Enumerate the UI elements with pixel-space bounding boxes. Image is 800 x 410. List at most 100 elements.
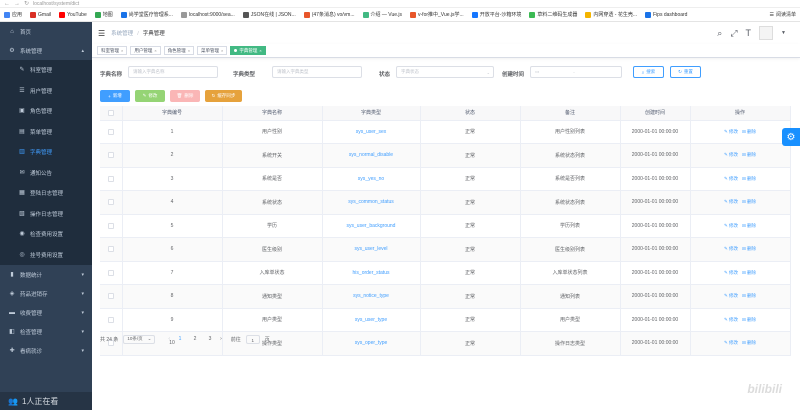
search-icon[interactable]: ⌕ (717, 28, 722, 39)
reading-list[interactable]: ☰ 阅读清单 (770, 11, 797, 19)
table-row[interactable]: 4 系统状态 sys_common_status 正常 系统状态列表 2000-01-01… (100, 190, 791, 215)
table-row[interactable]: 6 医生级别 sys_user_level 正常 医生级别列表 2000-01-01 00… (100, 237, 791, 262)
bookmark-item[interactable]: 草料二维码生成器 (529, 11, 577, 18)
sidebar-item-dashboard[interactable]: ⌂ 首页 (0, 22, 92, 41)
sidebar-item-login-log[interactable]: ▦ 登陆日志管理 (0, 183, 92, 204)
row-checkbox[interactable] (107, 175, 114, 182)
row-delete-button[interactable]: ⊟ 删除 (742, 199, 756, 204)
row-select-cell[interactable] (100, 214, 123, 238)
table-row[interactable]: 5 学历 sys_user_background 正常 学历列表 2000-01-01 0… (100, 214, 791, 238)
row-edit-button[interactable]: ✎ 修改 (724, 152, 738, 157)
select-all-checkbox[interactable] (107, 109, 114, 116)
back-icon[interactable]: ← (4, 1, 10, 7)
row-delete-button[interactable]: ⊟ 删除 (742, 176, 756, 181)
tag-1[interactable]: 科室管理 × (97, 46, 128, 55)
row-edit-button[interactable]: ✎ 修改 (724, 129, 738, 134)
table-row[interactable]: 7 入库单状态 his_order_status 正常 入库单状态列表 2000-01-0… (100, 261, 791, 285)
table-row[interactable]: 2 系统开关 sys_normal_disable 正常 系统状态列表 2000-01-0… (100, 143, 791, 168)
bookmark-item[interactable]: JSON在线 | JSON... (242, 11, 296, 18)
row-edit-button[interactable]: ✎ 修改 (724, 246, 738, 251)
cell-type-link[interactable]: sys_user_type (322, 308, 421, 332)
table-row[interactable]: 9 用户类型 sys_user_type 正常 用户类型 2000-01-01 00:00… (100, 308, 791, 332)
row-checkbox[interactable] (107, 222, 114, 229)
row-checkbox[interactable] (107, 246, 114, 253)
cell-type-link[interactable]: sys_normal_disable (322, 143, 421, 168)
fullscreen-icon[interactable]: ⤢ (730, 28, 737, 39)
row-select-cell[interactable] (100, 190, 123, 215)
sidebar-item-dict[interactable]: ▥ 字典管理 (0, 142, 92, 163)
size-icon[interactable]: T (746, 28, 752, 38)
reload-icon[interactable]: ↻ (24, 0, 29, 7)
row-edit-button[interactable]: ✎ 修改 (724, 317, 738, 322)
status-select[interactable]: 字典状态 ⌄ (396, 66, 494, 78)
breadcrumb-item[interactable]: 系统管理 (111, 31, 133, 37)
select-all-cell[interactable] (100, 106, 123, 121)
close-icon[interactable]: × (188, 48, 190, 53)
next-page-icon[interactable]: › (220, 336, 222, 342)
close-icon[interactable]: × (221, 48, 223, 53)
cell-type-link[interactable]: sys_oper_type (322, 331, 421, 356)
page-2[interactable]: 2 (190, 336, 200, 342)
sidebar-item-menu[interactable]: ▤ 菜单管理 (0, 121, 92, 142)
table-row[interactable]: 1 用户性别 sys_user_sex 正常 用户性别列表 2000-01-01 00:0… (100, 120, 791, 144)
add-button[interactable]: + 新增 (100, 90, 130, 102)
page-3[interactable]: 3 (205, 336, 215, 342)
row-select-cell[interactable] (100, 261, 123, 285)
row-checkbox[interactable] (107, 128, 114, 135)
tag-2[interactable]: 用户管理 × (130, 46, 161, 55)
bookmark-item[interactable]: Gmail (30, 11, 51, 18)
bookmark-item[interactable]: v-for推中_Vue.js学... (410, 11, 464, 18)
row-delete-button[interactable]: ⊟ 删除 (742, 317, 756, 322)
bookmark-item[interactable]: 内网穿透 - 花生壳... (585, 11, 637, 18)
sidebar-item-charge[interactable]: ▬ 收费管理 ▾ (0, 303, 92, 322)
page-1[interactable]: 1 (175, 336, 185, 342)
sidebar-item-register-fee[interactable]: ◎ 挂号费用设置 (0, 244, 92, 265)
bookmark-item[interactable]: 开放平台-沙箱环境 (471, 11, 521, 18)
avatar[interactable] (759, 26, 774, 40)
close-icon[interactable]: × (121, 48, 123, 53)
cache-sync-button[interactable]: ↻ 缓存同步 (205, 90, 242, 102)
row-delete-button[interactable]: ⊟ 删除 (742, 246, 756, 251)
row-edit-button[interactable]: ✎ 修改 (724, 176, 738, 181)
cell-type-link[interactable]: sys_user_sex (322, 120, 421, 144)
bookmark-item[interactable]: (47条消息) vo/vm... (303, 11, 355, 18)
row-edit-button[interactable]: ✎ 修改 (724, 270, 738, 275)
row-delete-button[interactable]: ⊟ 删除 (742, 293, 756, 298)
row-delete-button[interactable]: ⊟ 删除 (742, 340, 756, 345)
row-edit-button[interactable]: ✎ 修改 (724, 199, 738, 204)
cell-type-link[interactable]: sys_notice_type (322, 284, 421, 309)
row-checkbox[interactable] (107, 269, 114, 276)
date-range-picker[interactable]: ▭ - (530, 66, 622, 78)
sidebar-item-dept[interactable]: ✎ 科室管理 (0, 60, 92, 81)
row-delete-button[interactable]: ⊟ 删除 (742, 152, 756, 157)
sidebar-item-role[interactable]: ▣ 角色管理 (0, 101, 92, 122)
row-edit-button[interactable]: ✎ 修改 (724, 223, 738, 228)
page-size-select[interactable]: 10条/页 ⌄ (123, 334, 156, 344)
row-select-cell[interactable] (100, 308, 123, 332)
row-select-cell[interactable] (100, 167, 123, 191)
sidebar-item-system[interactable]: ⚙ 系统管理 ▴ (0, 41, 92, 60)
row-delete-button[interactable]: ⊟ 删除 (742, 270, 756, 275)
row-checkbox[interactable] (107, 152, 114, 159)
table-row[interactable]: 8 通知类型 sys_notice_type 正常 通知列表 2000-01-01 00:… (100, 284, 791, 309)
address-text[interactable]: localhost/system/dict (33, 1, 79, 7)
bookmark-item[interactable]: Fips dashboard (645, 11, 687, 18)
table-row[interactable]: 3 系统是否 sys_yes_no 正常 系统是否列表 2000-01-01 00:00:… (100, 167, 791, 191)
forward-icon[interactable]: → (14, 1, 20, 7)
row-select-cell[interactable] (100, 143, 123, 168)
goto-input[interactable]: 1 (245, 334, 260, 344)
cell-type-link[interactable]: sys_common_status (322, 190, 421, 215)
sidebar-item-stats[interactable]: ▮ 数据统计 ▾ (0, 265, 92, 284)
row-delete-button[interactable]: ⊟ 删除 (742, 129, 756, 134)
row-checkbox[interactable] (107, 199, 114, 206)
edit-button[interactable]: ✎ 修改 (135, 90, 165, 102)
hamburger-icon[interactable]: ☰ (98, 29, 105, 38)
bookmark-item[interactable]: 地图 (94, 11, 113, 18)
row-select-cell[interactable] (100, 284, 123, 309)
cell-type-link[interactable]: sys_yes_no (322, 167, 421, 191)
dict-type-input[interactable]: 请输入字典类型 (272, 66, 362, 78)
row-delete-button[interactable]: ⊟ 删除 (742, 223, 756, 228)
browser-address-bar[interactable]: ← → ↻ localhost/system/dict (0, 0, 800, 8)
sidebar-item-notice[interactable]: ✉ 通知公告 (0, 162, 92, 183)
sidebar-item-user[interactable]: ☰ 用户管理 (0, 80, 92, 101)
